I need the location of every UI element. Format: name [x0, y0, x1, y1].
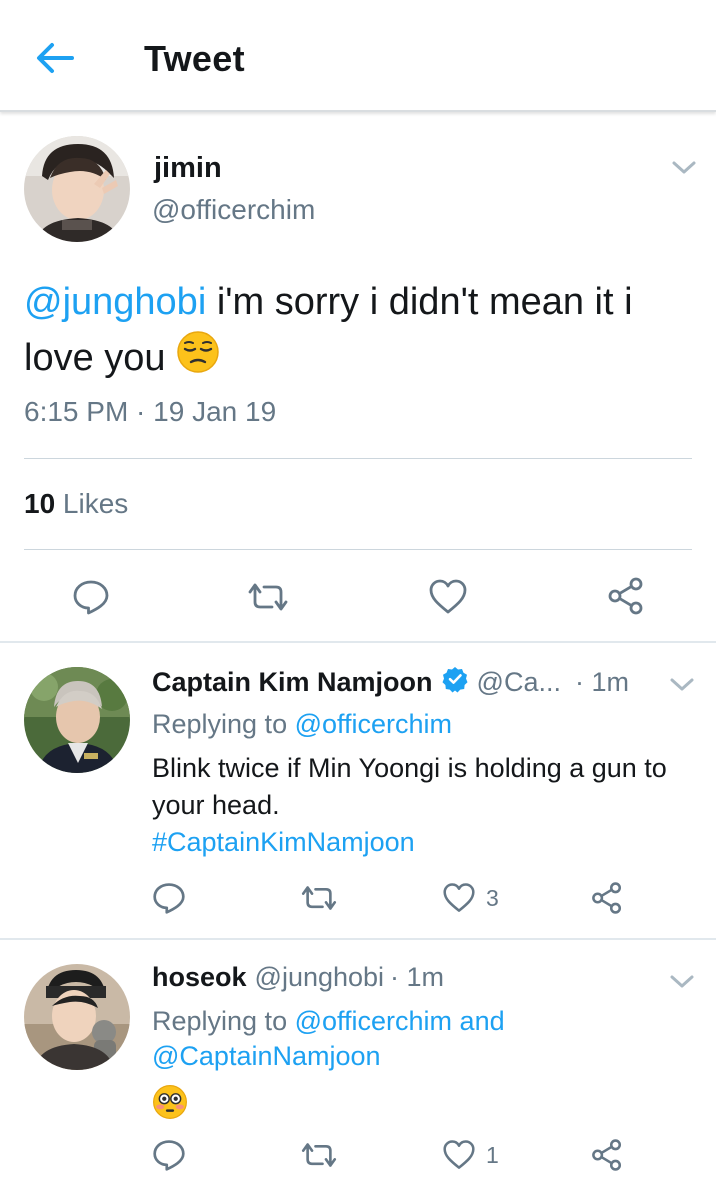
retweet-button[interactable]: [244, 580, 292, 614]
replying-to: Replying to @officerchim and @CaptainNamj…: [152, 1004, 505, 1074]
author-handle[interactable]: @junghobi: [255, 962, 385, 993]
replying-prefix: Replying to: [152, 709, 295, 739]
replying-to-link[interactable]: @CaptainNamjoon: [152, 1041, 381, 1071]
flushed-face-icon: [152, 1084, 188, 1130]
reply-header: Captain Kim Namjoon @Ca... · 1m: [152, 665, 629, 700]
retweet-icon: [244, 580, 292, 614]
share-icon: [606, 576, 646, 616]
retweet-button[interactable]: [298, 1140, 340, 1170]
separator: [0, 641, 716, 643]
avatar[interactable]: [24, 136, 130, 242]
author-name[interactable]: hoseok: [152, 962, 247, 993]
author-name[interactable]: Captain Kim Namjoon: [152, 667, 433, 698]
replying-prefix: Replying to: [152, 1006, 295, 1036]
divider: [24, 549, 692, 550]
reply-icon: [152, 1138, 186, 1172]
chevron-down-icon[interactable]: [668, 675, 696, 695]
retweet-button[interactable]: [298, 883, 340, 913]
author-handle[interactable]: @officerchim: [152, 194, 315, 226]
replying-to-link[interactable]: @officerchim: [295, 709, 452, 739]
reply-text: [152, 1084, 702, 1130]
heart-icon: [442, 1139, 476, 1171]
tweet-timestamp: 6:15 PM · 19 Jan 19: [24, 396, 277, 427]
like-button[interactable]: 3: [442, 882, 499, 914]
reply-button[interactable]: [152, 1138, 186, 1172]
author-name[interactable]: jimin: [154, 152, 222, 185]
replying-to: Replying to @officerchim: [152, 707, 452, 742]
likes-summary[interactable]: 10 Likes: [24, 488, 128, 520]
share-icon: [590, 881, 624, 915]
reply-text: Blink twice if Min Yoongi is holding a g…: [152, 750, 702, 861]
likes-label: Likes: [55, 488, 129, 519]
tweet-text: @junghobi i'm sorry i didn't mean it i l…: [24, 274, 694, 390]
reply-time: · 1m: [574, 667, 629, 697]
heart-icon: [442, 882, 476, 914]
share-button[interactable]: [590, 1138, 624, 1172]
share-icon: [590, 1138, 624, 1172]
reply-button[interactable]: [152, 881, 186, 915]
reply-header: hoseok @junghobi · 1m: [152, 962, 444, 993]
reply-icon: [152, 881, 186, 915]
author-handle[interactable]: @Ca...: [477, 667, 561, 698]
avatar[interactable]: [24, 667, 130, 773]
like-count: 1: [486, 1141, 499, 1168]
likes-count: 10: [24, 488, 56, 519]
like-button[interactable]: [428, 578, 468, 616]
reply-icon: [72, 578, 110, 616]
reply-button[interactable]: [72, 578, 110, 616]
verified-badge-icon: [441, 665, 469, 700]
reply-body: Blink twice if Min Yoongi is holding a g…: [152, 753, 667, 820]
chevron-down-icon[interactable]: [670, 158, 698, 178]
page-title: Tweet: [144, 38, 245, 79]
pensive-face-icon: [176, 330, 220, 390]
avatar[interactable]: [24, 964, 130, 1070]
app-bar: Tweet: [0, 0, 716, 112]
reply-time: · 1m: [390, 962, 445, 992]
hashtag-link[interactable]: #CaptainKimNamjoon: [152, 827, 415, 857]
retweet-icon: [298, 1140, 340, 1170]
share-button[interactable]: [590, 881, 624, 915]
like-count: 3: [486, 884, 499, 911]
mention-link[interactable]: @junghobi: [24, 281, 206, 323]
divider: [24, 458, 692, 459]
heart-icon: [428, 578, 468, 616]
replying-to-link[interactable]: @officerchim and: [295, 1006, 505, 1036]
separator: [0, 938, 716, 940]
share-button[interactable]: [606, 576, 646, 616]
chevron-down-icon[interactable]: [668, 972, 696, 992]
retweet-icon: [298, 883, 340, 913]
like-button[interactable]: 1: [442, 1139, 499, 1171]
back-arrow-icon[interactable]: [34, 38, 78, 78]
